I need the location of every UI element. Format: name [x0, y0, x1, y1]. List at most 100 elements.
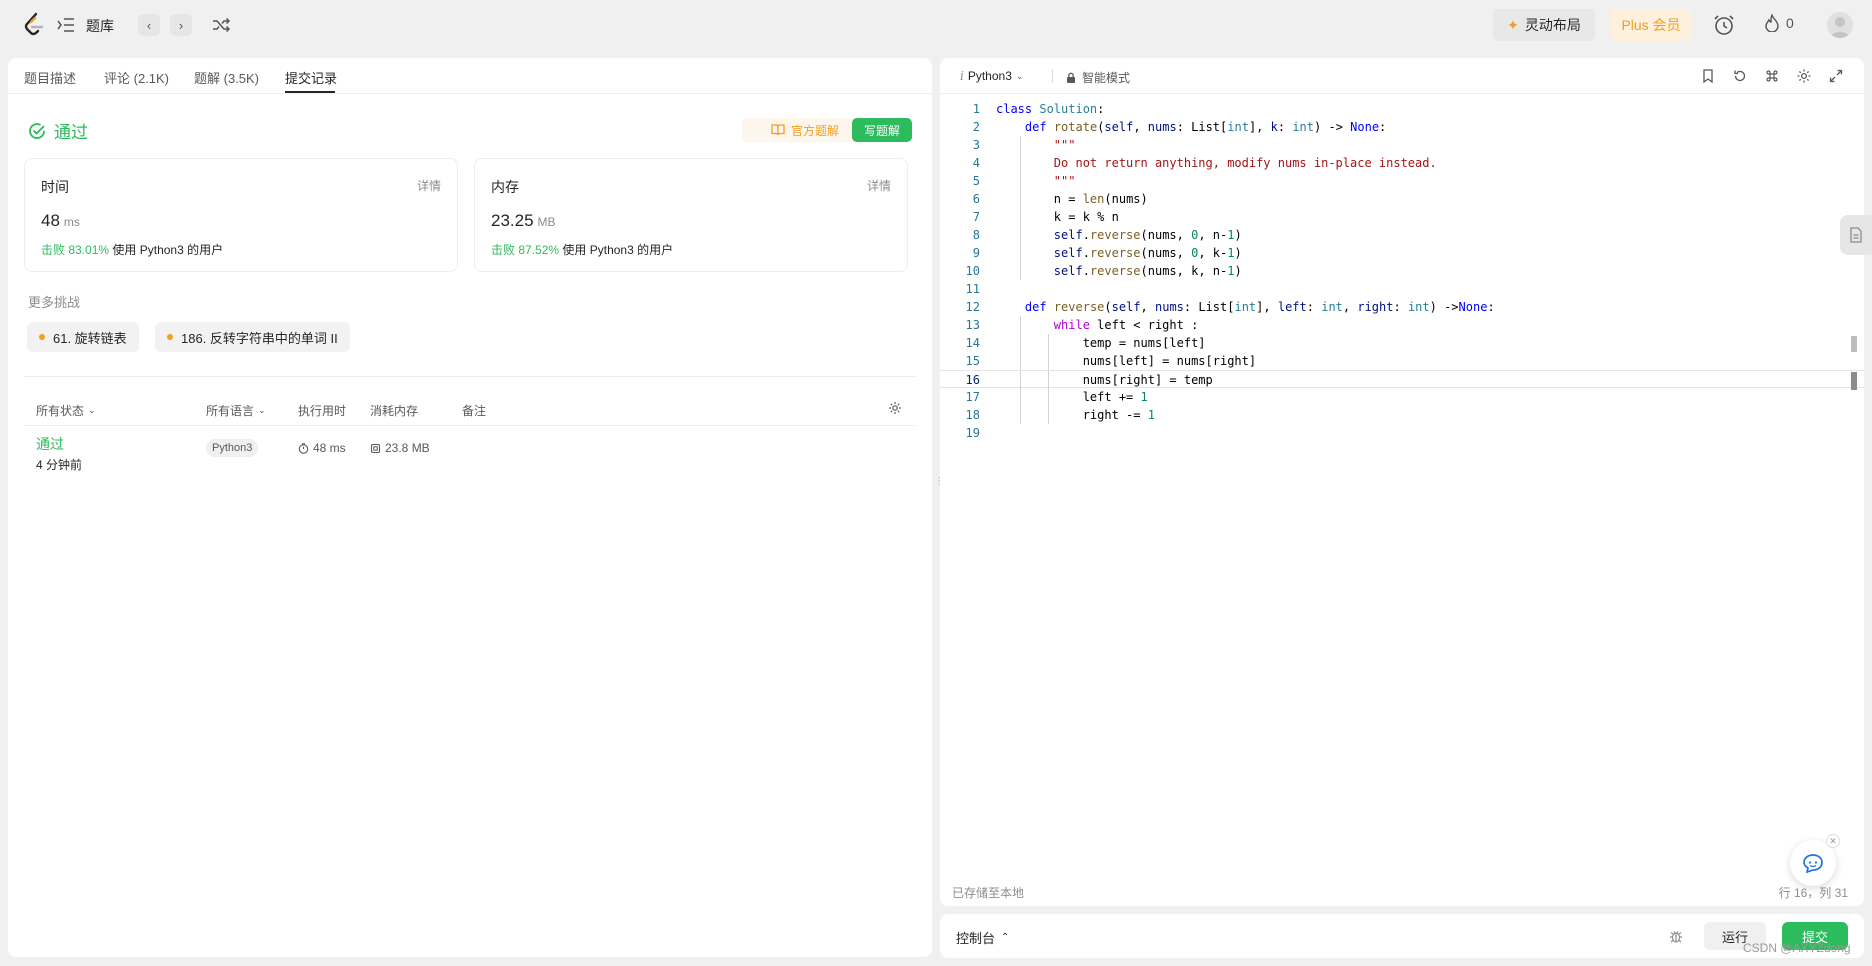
memory-unit: MB	[537, 215, 556, 229]
info-icon: i	[960, 69, 964, 83]
runtime-card[interactable]: 时间 详情 48 ms 击败 83.01% 使用 Python3 的用户	[24, 158, 458, 272]
current-line-marker	[1851, 372, 1857, 390]
saved-status: 已存储至本地	[952, 886, 1025, 900]
runtime-beat-pct: 击败 83.01%	[41, 243, 110, 257]
result-header: 通过	[28, 118, 88, 143]
difficulty-dot-icon	[167, 334, 173, 340]
document-icon	[1850, 227, 1862, 243]
code-area[interactable]: 1 class Solution: 2 def rotate(self, nums…	[940, 100, 1864, 442]
filter-language[interactable]: 所有语言 ⌄	[206, 402, 266, 419]
settings-icon[interactable]	[1796, 68, 1812, 84]
alarm-clock-icon[interactable]	[1712, 13, 1736, 37]
write-solution-button[interactable]: 写题解	[852, 118, 912, 142]
leetcode-logo-icon[interactable]	[22, 12, 46, 38]
code-line: 11	[965, 282, 980, 296]
command-key-icon[interactable]	[1764, 68, 1780, 84]
plus-membership-button[interactable]: Plus 会员	[1610, 9, 1692, 41]
watermark: CSDN @AXYZdong	[1743, 941, 1851, 955]
row-status[interactable]: 通过	[36, 434, 64, 454]
debug-bug-icon[interactable]	[1668, 928, 1684, 944]
language-select[interactable]: i Python3 ⌄	[960, 69, 1023, 83]
top-navbar: 题库 ‹ › ✦ 灵动布局 Plus 会员 0	[0, 0, 1872, 50]
chevron-right-icon: ›	[178, 17, 184, 33]
cursor-position: 行 16，列 31	[1778, 886, 1848, 900]
official-solution-button[interactable]: 官方题解	[742, 118, 868, 142]
memory-beat-text: 使用 Python3 的用户	[562, 243, 674, 257]
official-solution-label: 官方题解	[790, 123, 839, 138]
stopwatch-icon	[298, 442, 309, 454]
check-circle-icon	[29, 122, 45, 139]
difficulty-dot-icon	[39, 334, 45, 340]
divider	[24, 425, 916, 426]
row-time-ago: 4 分钟前	[36, 458, 83, 472]
console-bar: 控制台 ⌃ 运行 提交	[940, 914, 1864, 958]
editor-scrollbar[interactable]	[1851, 336, 1857, 352]
tab-description[interactable]: 题目描述	[24, 68, 76, 87]
chevron-up-icon: ⌃	[1001, 932, 1010, 943]
user-avatar[interactable]	[1827, 12, 1853, 38]
challenge-chip[interactable]: 61. 旋转链表	[27, 322, 139, 352]
editor-toolbar: i Python3 ⌄ 智能模式	[940, 58, 1864, 94]
code-editor-panel: i Python3 ⌄ 智能模式 1 class Solution: 2 def…	[940, 58, 1864, 906]
dynamic-layout-button[interactable]: ✦ 灵动布局	[1493, 9, 1595, 41]
panel-resize-handle[interactable]: ⋮	[934, 476, 944, 492]
bookmark-icon[interactable]	[1700, 68, 1716, 84]
chevron-down-icon: ⌄	[88, 405, 96, 415]
shuffle-icon[interactable]	[211, 15, 231, 35]
code-line: 1 class Solution:	[972, 102, 1105, 116]
language-label: Python3	[967, 69, 1012, 83]
memory-detail-link[interactable]: 详情	[867, 177, 891, 194]
gear-icon[interactable]	[888, 401, 902, 415]
row-runtime-value: 48 ms	[313, 441, 346, 455]
memory-beat-pct: 击败 87.52%	[491, 243, 560, 257]
code-line: 13 while left < right :	[965, 316, 1199, 334]
chat-bubble-icon	[1803, 854, 1823, 873]
code-line: 19	[965, 426, 980, 440]
memory-beat: 击败 87.52% 使用 Python3 的用户	[491, 241, 673, 258]
side-notes-tab[interactable]	[1840, 215, 1872, 255]
console-toggle[interactable]: 控制台 ⌃	[956, 928, 1009, 947]
header-runtime: 执行用时	[298, 404, 347, 418]
result-status: 通过	[54, 123, 88, 142]
runtime-unit: ms	[63, 215, 80, 229]
submission-panel: 题目描述 评论 (2.1K) 题解 (3.5K) 提交记录 通过 官方题解 写题…	[8, 58, 932, 957]
chevron-down-icon: ⌄	[1015, 70, 1024, 81]
memory-value: 23.25	[491, 211, 534, 230]
chevron-down-icon: ⌄	[258, 405, 266, 415]
streak-count: 0	[1786, 15, 1794, 31]
runtime-detail-link[interactable]: 详情	[417, 177, 441, 194]
runtime-beat: 击败 83.01% 使用 Python3 的用户	[41, 241, 223, 258]
fullscreen-icon[interactable]	[1828, 68, 1844, 84]
runtime-title: 时间	[41, 179, 69, 195]
filter-status[interactable]: 所有状态 ⌄	[36, 402, 96, 419]
challenge-chip[interactable]: 186. 反转字符串中的单词 II	[155, 322, 350, 352]
tab-solutions[interactable]: 题解 (3.5K)	[194, 68, 259, 87]
tab-comments[interactable]: 评论 (2.1K)	[104, 68, 169, 87]
runtime-value-row: 48 ms	[41, 211, 80, 231]
streak-counter[interactable]: 0	[1764, 14, 1794, 32]
code-line: 3 """	[972, 136, 1076, 154]
code-line: 18 right -= 1	[965, 406, 1155, 424]
code-line: 6 n = len(nums)	[972, 190, 1148, 208]
reset-icon[interactable]	[1732, 68, 1748, 84]
console-label: 控制台	[956, 931, 996, 946]
close-icon[interactable]: ✕	[1826, 834, 1840, 848]
prev-problem-button[interactable]: ‹	[138, 14, 160, 36]
problem-bank-link[interactable]: 题库	[86, 16, 114, 36]
next-problem-button[interactable]: ›	[170, 14, 192, 36]
tab-submissions[interactable]: 提交记录	[285, 68, 337, 87]
row-language: Python3	[206, 439, 259, 457]
row-runtime: 48 ms	[298, 441, 346, 455]
filter-language-label: 所有语言	[206, 404, 255, 418]
memory-card[interactable]: 内存 详情 23.25 MB 击败 87.52% 使用 Python3 的用户	[474, 158, 908, 272]
smart-mode-label: 智能模式	[1082, 71, 1131, 85]
sparkle-icon: ✦	[1507, 16, 1519, 33]
problem-list-icon[interactable]	[56, 16, 76, 34]
more-challenges-title: 更多挑战	[28, 295, 81, 310]
code-line: 10 self.reverse(nums, k, n-1)	[965, 262, 1242, 280]
code-line-current: 16 nums[right] = temp	[940, 370, 1864, 389]
runtime-beat-text: 使用 Python3 的用户	[112, 243, 224, 257]
divider	[1052, 69, 1053, 83]
smart-mode-toggle[interactable]: 智能模式	[1066, 69, 1130, 86]
runtime-value: 48	[41, 211, 60, 230]
